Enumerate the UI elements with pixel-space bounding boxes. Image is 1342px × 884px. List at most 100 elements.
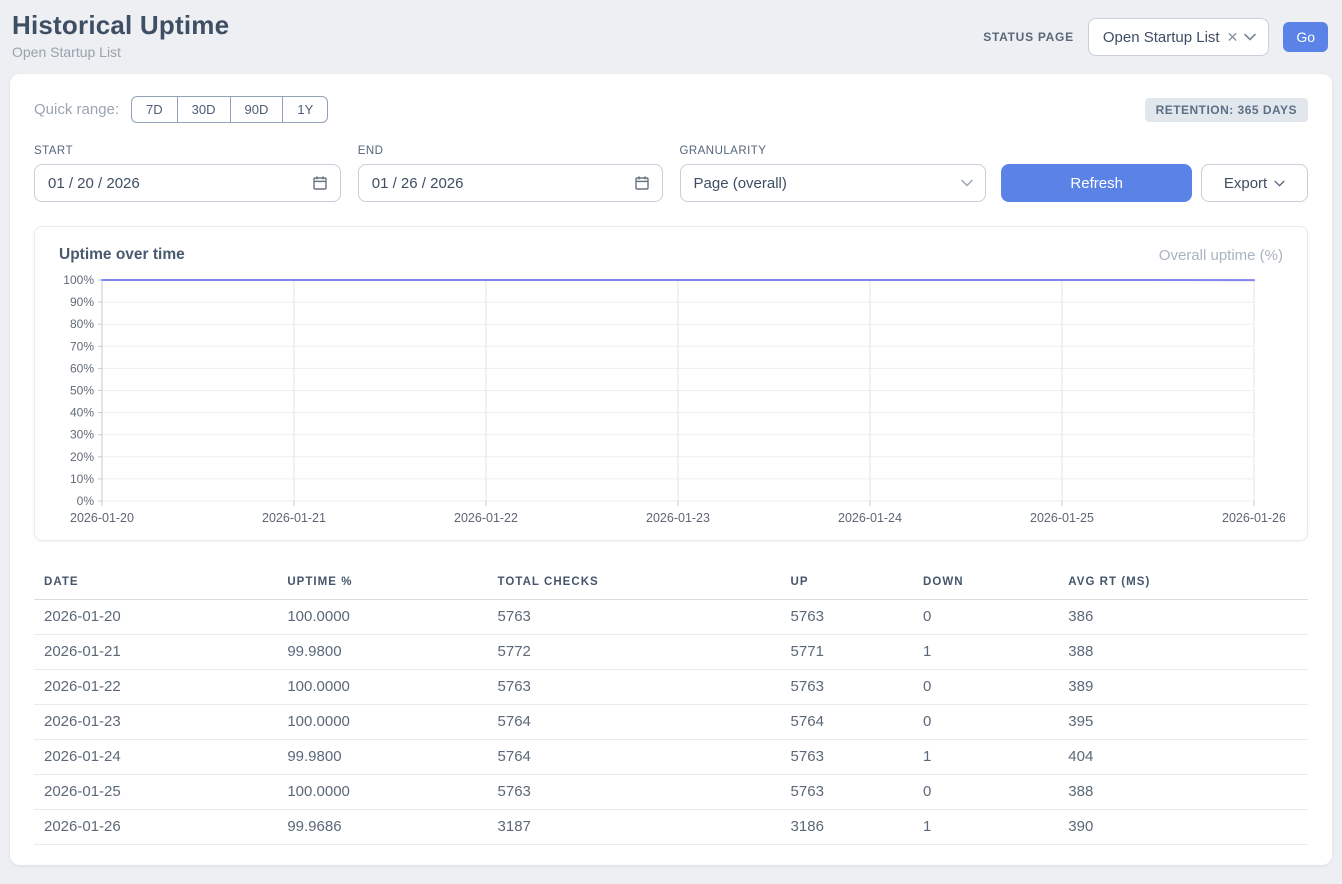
svg-text:20%: 20% [70, 450, 94, 464]
svg-text:2026-01-21: 2026-01-21 [262, 511, 326, 525]
table-cell: 404 [1058, 740, 1308, 775]
table-cell: 100.0000 [277, 705, 487, 740]
table-cell: 2026-01-26 [34, 810, 277, 845]
start-label: START [34, 145, 341, 157]
table-cell: 389 [1058, 670, 1308, 705]
table-cell: 2026-01-25 [34, 775, 277, 810]
chart-legend: Overall uptime (%) [1159, 247, 1283, 264]
filters-form-row: START 01 / 20 / 2026 END 01 / 26 / 2026 [34, 145, 1308, 202]
table-cell: 388 [1058, 635, 1308, 670]
column-header: DOWN [913, 567, 1058, 600]
header-controls: STATUS PAGE Open Startup List ✕ Go [983, 18, 1328, 56]
table-row: 2026-01-2199.9800577257711388 [34, 635, 1308, 670]
quick-range-label: Quick range: [34, 101, 119, 118]
quick-range-1y-button[interactable]: 1Y [282, 96, 328, 123]
chart-title: Uptime over time [59, 246, 185, 264]
chevron-down-icon [1244, 33, 1256, 41]
quick-range-30d-button[interactable]: 30D [177, 96, 231, 123]
svg-text:2026-01-23: 2026-01-23 [646, 511, 710, 525]
table-cell: 395 [1058, 705, 1308, 740]
calendar-icon[interactable] [312, 175, 328, 191]
table-cell: 5763 [488, 775, 781, 810]
table-cell: 5763 [781, 600, 913, 635]
page-title: Historical Uptime [12, 10, 229, 41]
table-cell: 0 [913, 775, 1058, 810]
table-cell: 3186 [781, 810, 913, 845]
table-cell: 0 [913, 670, 1058, 705]
quick-range-wrap: Quick range: 7D30D90D1Y [34, 96, 328, 123]
table-cell: 388 [1058, 775, 1308, 810]
table-row: 2026-01-2499.9800576457631404 [34, 740, 1308, 775]
table-cell: 5771 [781, 635, 913, 670]
column-header: DATE [34, 567, 277, 600]
granularity-select[interactable]: Page (overall) [680, 164, 987, 202]
table-cell: 1 [913, 740, 1058, 775]
svg-text:80%: 80% [70, 317, 94, 331]
start-field: START 01 / 20 / 2026 [34, 145, 341, 202]
export-button[interactable]: Export [1201, 164, 1308, 202]
table-row: 2026-01-2699.9686318731861390 [34, 810, 1308, 845]
export-label: Export [1224, 175, 1267, 192]
svg-text:2026-01-20: 2026-01-20 [70, 511, 134, 525]
table-cell: 5763 [781, 740, 913, 775]
start-date-input[interactable]: 01 / 20 / 2026 [34, 164, 341, 202]
end-label: END [358, 145, 663, 157]
page-header: Historical Uptime Open Startup List STAT… [0, 0, 1342, 60]
calendar-icon[interactable] [634, 175, 650, 191]
table-cell: 390 [1058, 810, 1308, 845]
table-row: 2026-01-23100.0000576457640395 [34, 705, 1308, 740]
table-cell: 5763 [781, 670, 913, 705]
table-cell: 5763 [488, 600, 781, 635]
table-row: 2026-01-22100.0000576357630389 [34, 670, 1308, 705]
table-cell: 99.9686 [277, 810, 487, 845]
quick-range-7d-button[interactable]: 7D [131, 96, 178, 123]
end-date-value: 01 / 26 / 2026 [372, 175, 464, 192]
uptime-line-chart: 0%10%20%30%40%50%60%70%80%90%100%2026-01… [59, 270, 1285, 528]
table-cell: 99.9800 [277, 635, 487, 670]
start-date-value: 01 / 20 / 2026 [48, 175, 140, 192]
status-page-select[interactable]: Open Startup List ✕ [1088, 18, 1269, 56]
svg-text:10%: 10% [70, 472, 94, 486]
svg-text:2026-01-26: 2026-01-26 [1222, 511, 1285, 525]
table-cell: 0 [913, 705, 1058, 740]
svg-text:100%: 100% [63, 273, 94, 287]
refresh-button[interactable]: Refresh [1001, 164, 1192, 202]
table-cell: 5764 [488, 740, 781, 775]
table-cell: 1 [913, 635, 1058, 670]
table-cell: 100.0000 [277, 775, 487, 810]
svg-text:0%: 0% [77, 494, 95, 508]
column-header: TOTAL CHECKS [488, 567, 781, 600]
clear-icon[interactable]: ✕ [1227, 29, 1239, 46]
svg-text:60%: 60% [70, 361, 94, 375]
granularity-value: Page (overall) [694, 175, 787, 192]
table-cell: 2026-01-20 [34, 600, 277, 635]
svg-text:90%: 90% [70, 295, 94, 309]
quick-range-group: 7D30D90D1Y [131, 96, 328, 123]
table-cell: 5763 [781, 775, 913, 810]
page-subtitle: Open Startup List [12, 44, 229, 60]
table-cell: 5772 [488, 635, 781, 670]
status-page-label: STATUS PAGE [983, 30, 1074, 44]
svg-text:2026-01-25: 2026-01-25 [1030, 511, 1094, 525]
status-page-value: Open Startup List [1103, 29, 1220, 46]
column-header: AVG RT (MS) [1058, 567, 1308, 600]
table-cell: 386 [1058, 600, 1308, 635]
chevron-down-icon [1274, 180, 1285, 187]
table-cell: 2026-01-24 [34, 740, 277, 775]
table-cell: 1 [913, 810, 1058, 845]
svg-text:2026-01-24: 2026-01-24 [838, 511, 902, 525]
granularity-field: GRANULARITY Page (overall) [680, 145, 987, 202]
table-cell: 100.0000 [277, 600, 487, 635]
table-cell: 5764 [488, 705, 781, 740]
table-head: DATEUPTIME %TOTAL CHECKSUPDOWNAVG RT (MS… [34, 567, 1308, 600]
go-button[interactable]: Go [1283, 22, 1328, 52]
svg-text:2026-01-22: 2026-01-22 [454, 511, 518, 525]
table-cell: 2026-01-22 [34, 670, 277, 705]
retention-badge: RETENTION: 365 DAYS [1145, 98, 1308, 122]
end-field: END 01 / 26 / 2026 [358, 145, 663, 202]
svg-text:40%: 40% [70, 406, 94, 420]
end-date-input[interactable]: 01 / 26 / 2026 [358, 164, 663, 202]
quick-range-90d-button[interactable]: 90D [230, 96, 284, 123]
title-block: Historical Uptime Open Startup List [12, 10, 229, 60]
uptime-chart-card: Uptime over time Overall uptime (%) 0% 10… [34, 226, 1308, 541]
